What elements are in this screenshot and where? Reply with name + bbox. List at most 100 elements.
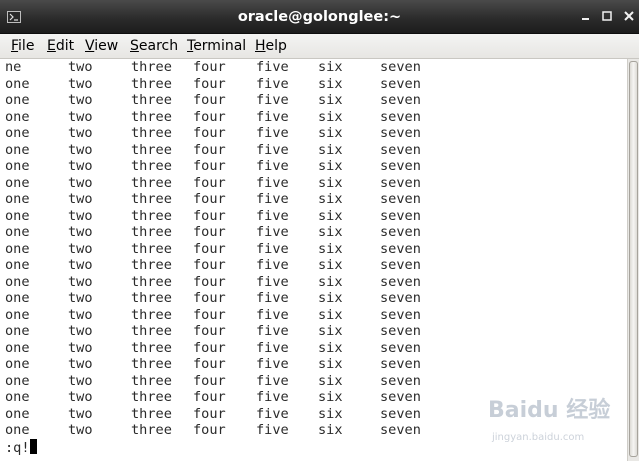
terminal-word: six (318, 306, 343, 323)
terminal-word: five (256, 372, 289, 389)
terminal-word: two (68, 306, 93, 323)
terminal-word: three (131, 306, 172, 323)
terminal-word: four (193, 191, 226, 207)
terminal-word: one (5, 372, 30, 389)
terminal-word: seven (380, 372, 421, 389)
terminal-word: five (256, 356, 289, 372)
terminal-word: four (193, 257, 226, 273)
terminal-word: one (5, 405, 30, 422)
terminal-word: five (256, 339, 289, 356)
terminal-word: six (318, 174, 343, 191)
terminal-word: two (68, 356, 93, 372)
close-icon[interactable] (622, 9, 636, 23)
terminal-word: three (131, 191, 172, 207)
terminal-word: five (256, 273, 289, 290)
terminal-word: two (68, 158, 93, 174)
terminal-word: three (131, 108, 172, 125)
terminal-word: one (5, 191, 30, 207)
scrollbar-thumb[interactable] (629, 61, 638, 457)
watermark: Baidu 经验 jingyan.baidu.com (488, 392, 618, 452)
terminal-word: five (256, 405, 289, 422)
terminal-word: one (5, 306, 30, 323)
terminal-word: five (256, 257, 289, 273)
terminal-word: ne (5, 59, 22, 75)
terminal-word: six (318, 273, 343, 290)
minimize-icon[interactable] (579, 9, 593, 23)
terminal-word: seven (380, 224, 421, 240)
terminal-word: one (5, 422, 30, 438)
terminal-word: seven (380, 405, 421, 422)
terminal-word: five (256, 191, 289, 207)
terminal-word: three (131, 158, 172, 174)
terminal-word: six (318, 356, 343, 372)
terminal-word: two (68, 422, 93, 438)
menu-help[interactable]: Help (255, 37, 287, 55)
terminal-word: two (68, 323, 93, 339)
terminal-word: four (193, 356, 226, 372)
menu-file[interactable]: File (11, 37, 34, 55)
terminal-word: five (256, 174, 289, 191)
terminal-word: five (256, 290, 289, 306)
terminal-word: four (193, 158, 226, 174)
terminal-word: seven (380, 240, 421, 257)
terminal-word: three (131, 339, 172, 356)
menu-view[interactable]: View (85, 37, 118, 55)
menu-search[interactable]: Search (130, 37, 178, 55)
terminal-word: six (318, 422, 343, 438)
terminal-word: one (5, 339, 30, 356)
terminal-word: three (131, 75, 172, 92)
terminal-word: two (68, 59, 93, 75)
terminal-word: one (5, 257, 30, 273)
terminal-word: five (256, 389, 289, 405)
terminal-word: six (318, 240, 343, 257)
terminal-word: two (68, 92, 93, 108)
terminal-word: seven (380, 75, 421, 92)
terminal-word: three (131, 405, 172, 422)
terminal-word: three (131, 372, 172, 389)
terminal-word: one (5, 290, 30, 306)
terminal-word: one (5, 158, 30, 174)
terminal-word: five (256, 224, 289, 240)
vertical-scrollbar[interactable] (627, 59, 639, 461)
terminal-word: two (68, 372, 93, 389)
terminal-word: six (318, 290, 343, 306)
terminal-word: two (68, 108, 93, 125)
terminal-word: seven (380, 356, 421, 372)
terminal-word: three (131, 257, 172, 273)
terminal-word: seven (380, 306, 421, 323)
terminal-word: one (5, 108, 30, 125)
menu-terminal[interactable]: Terminal (187, 37, 246, 55)
terminal-word: four (193, 125, 226, 141)
terminal-word: three (131, 389, 172, 405)
terminal-word: five (256, 59, 289, 75)
terminal-word: five (256, 108, 289, 125)
terminal-word: one (5, 323, 30, 339)
command-line[interactable]: :q! (5, 439, 37, 456)
terminal-word: four (193, 306, 226, 323)
terminal-word: four (193, 75, 226, 92)
terminal-word: four (193, 372, 226, 389)
terminal-word: one (5, 75, 30, 92)
terminal-word: four (193, 174, 226, 191)
title-bar[interactable]: oracle@golonglee:~ (0, 0, 639, 34)
menu-edit[interactable]: Edit (47, 37, 74, 55)
terminal-word: six (318, 125, 343, 141)
terminal-word: six (318, 92, 343, 108)
terminal-word: three (131, 290, 172, 306)
maximize-icon[interactable] (600, 9, 614, 23)
terminal-word: one (5, 207, 30, 224)
terminal-word: four (193, 240, 226, 257)
terminal-word: four (193, 273, 226, 290)
terminal-word: two (68, 240, 93, 257)
terminal-word: six (318, 339, 343, 356)
terminal-word: two (68, 141, 93, 158)
terminal-word: seven (380, 207, 421, 224)
terminal-word: two (68, 207, 93, 224)
terminal-word: seven (380, 290, 421, 306)
terminal-word: three (131, 141, 172, 158)
terminal-word: four (193, 108, 226, 125)
terminal-word: seven (380, 422, 421, 438)
terminal-word: three (131, 59, 172, 75)
menu-bar: File Edit View Search Terminal Help (0, 34, 639, 59)
command-text: :q! (5, 440, 30, 456)
